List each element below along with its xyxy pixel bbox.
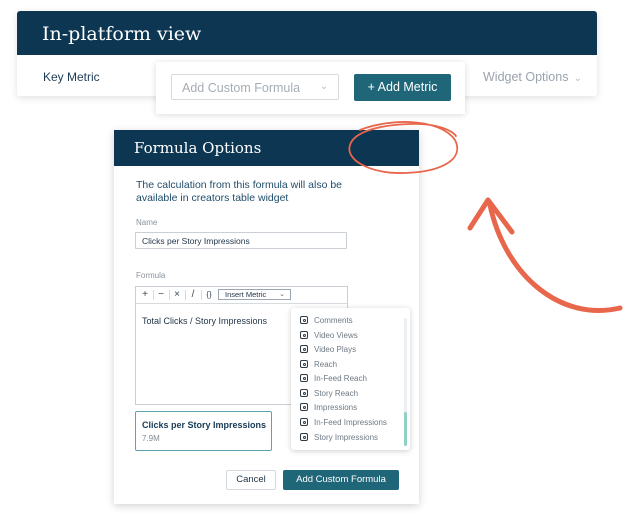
annotation-arrow bbox=[487, 202, 623, 313]
annotation-circle bbox=[348, 121, 458, 174]
annotation-overlay bbox=[348, 121, 623, 313]
